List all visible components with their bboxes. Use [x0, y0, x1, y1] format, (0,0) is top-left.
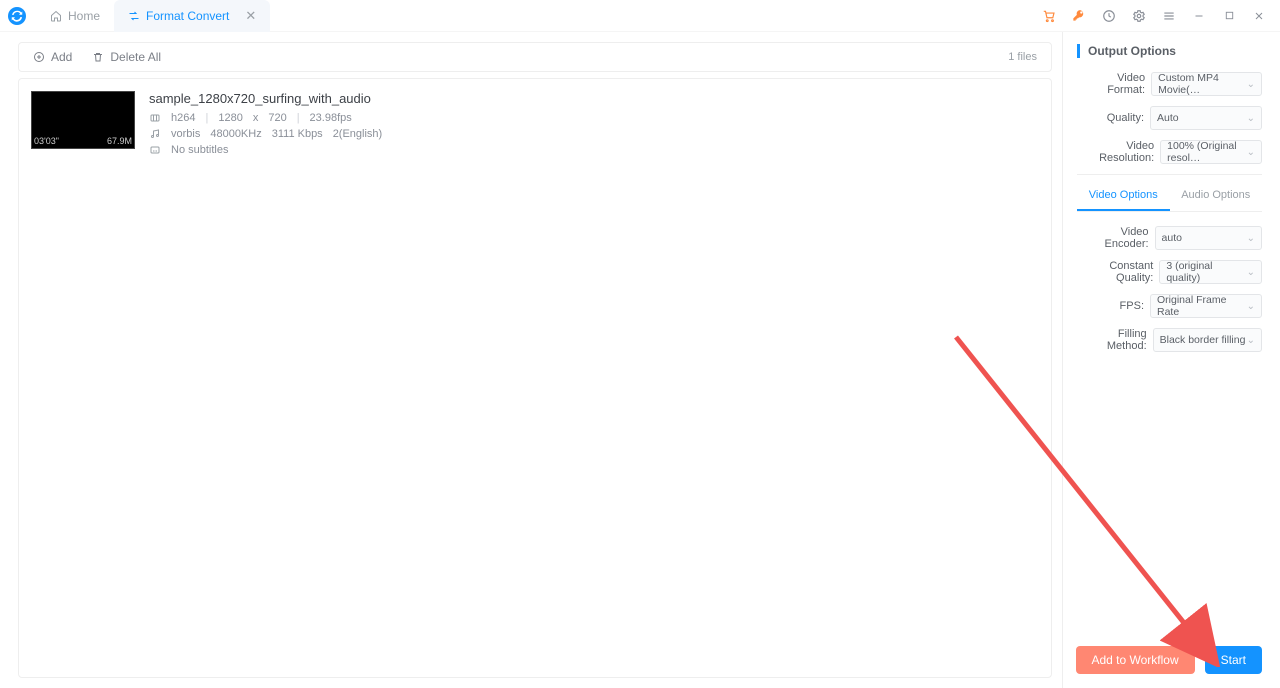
video-w: 1280	[218, 112, 242, 124]
video-thumbnail[interactable]: 03'03" 67.9M	[31, 91, 135, 149]
right-pane: Output Options Video Format: Custom MP4 …	[1062, 32, 1280, 688]
file-item[interactable]: 03'03" 67.9M sample_1280x720_surfing_wit…	[31, 91, 1039, 160]
tab-format-convert[interactable]: Format Convert ✕	[114, 0, 270, 32]
minimize-icon[interactable]	[1192, 9, 1206, 23]
quality-value: Auto	[1157, 112, 1179, 124]
bottom-bar: Add to Workflow Start	[1076, 646, 1263, 674]
audio-icon	[149, 128, 161, 140]
thumb-duration: 03'03"	[34, 136, 59, 146]
app-logo	[8, 7, 26, 25]
chevron-down-icon: ⌄	[1247, 335, 1255, 346]
settings-icon[interactable]	[1132, 9, 1146, 23]
encoder-value: auto	[1162, 232, 1182, 244]
add-button[interactable]: Add	[33, 50, 72, 64]
subtitle-icon	[149, 144, 161, 156]
video-h: 720	[268, 112, 286, 124]
window-controls	[1042, 9, 1274, 23]
delete-all-button[interactable]: Delete All	[92, 50, 161, 64]
video-format-select[interactable]: Custom MP4 Movie(… ⌄	[1151, 72, 1262, 96]
video-format-label: Video Format:	[1077, 72, 1145, 96]
chevron-down-icon: ⌄	[1247, 113, 1255, 124]
quality-label: Quality:	[1107, 112, 1144, 124]
quality-select[interactable]: Auto ⌄	[1150, 106, 1262, 130]
cq-label: Constant Quality:	[1077, 260, 1153, 284]
trash-icon	[92, 51, 104, 63]
file-meta: sample_1280x720_surfing_with_audio h264 …	[149, 91, 382, 160]
fps-value: Original Frame Rate	[1157, 294, 1247, 318]
chevron-down-icon: ⌄	[1247, 79, 1255, 90]
audio-codec: vorbis	[171, 128, 200, 140]
output-options-title: Output Options	[1077, 44, 1262, 58]
menu-icon[interactable]	[1162, 9, 1176, 23]
fps-select[interactable]: Original Frame Rate ⌄	[1150, 294, 1262, 318]
tab-audio-options[interactable]: Audio Options	[1170, 189, 1263, 211]
video-format-value: Custom MP4 Movie(…	[1158, 72, 1247, 96]
chevron-down-icon: ⌄	[1247, 233, 1255, 244]
thumb-size: 67.9M	[107, 136, 132, 146]
video-fps: 23.98fps	[310, 112, 352, 124]
close-window-icon[interactable]	[1252, 9, 1266, 23]
toolbar: Add Delete All 1 files	[18, 42, 1052, 72]
fill-select[interactable]: Black border filling ⌄	[1153, 328, 1262, 352]
encoder-select[interactable]: auto ⌄	[1155, 226, 1262, 250]
video-x: x	[253, 112, 259, 124]
option-tabs: Video Options Audio Options	[1077, 189, 1262, 211]
convert-icon	[128, 10, 140, 22]
resolution-label: Video Resolution:	[1077, 140, 1154, 164]
cart-icon[interactable]	[1042, 9, 1056, 23]
left-pane: Add Delete All 1 files 03'03" 67.9M samp…	[0, 32, 1062, 688]
tab-format-convert-label: Format Convert	[146, 9, 229, 23]
titlebar: Home Format Convert ✕	[0, 0, 1280, 32]
resolution-value: 100% (Original resol…	[1167, 140, 1246, 164]
chevron-down-icon: ⌄	[1247, 301, 1255, 312]
home-icon	[50, 10, 62, 22]
resolution-select[interactable]: 100% (Original resol… ⌄	[1160, 140, 1262, 164]
add-to-workflow-button[interactable]: Add to Workflow	[1076, 646, 1195, 674]
add-label: Add	[51, 50, 72, 64]
chevron-down-icon: ⌄	[1247, 267, 1255, 278]
chevron-down-icon: ⌄	[1247, 147, 1255, 158]
encoder-label: Video Encoder:	[1077, 226, 1149, 250]
video-codec-icon	[149, 112, 161, 124]
audio-lang: 2(English)	[333, 128, 383, 140]
tab-home[interactable]: Home	[36, 0, 114, 32]
key-icon[interactable]	[1072, 9, 1086, 23]
file-title: sample_1280x720_surfing_with_audio	[149, 91, 382, 106]
history-icon[interactable]	[1102, 9, 1116, 23]
maximize-icon[interactable]	[1222, 9, 1236, 23]
fill-value: Black border filling	[1160, 334, 1246, 346]
subtitle-text: No subtitles	[171, 144, 228, 156]
delete-all-label: Delete All	[110, 50, 161, 64]
video-codec: h264	[171, 112, 195, 124]
tab-video-options[interactable]: Video Options	[1077, 189, 1170, 211]
fill-label: Filling Method:	[1077, 328, 1147, 352]
audio-rate: 48000KHz	[210, 128, 261, 140]
cq-value: 3 (original quality)	[1166, 260, 1246, 284]
cq-select[interactable]: 3 (original quality) ⌄	[1159, 260, 1262, 284]
start-button[interactable]: Start	[1205, 646, 1262, 674]
file-count: 1 files	[1008, 51, 1037, 63]
close-tab-icon[interactable]: ✕	[245, 9, 256, 22]
plus-circle-icon	[33, 51, 45, 63]
tab-home-label: Home	[68, 9, 100, 23]
file-list: 03'03" 67.9M sample_1280x720_surfing_wit…	[18, 78, 1052, 678]
audio-bitrate: 3111 Kbps	[272, 128, 323, 140]
fps-label: FPS:	[1120, 300, 1144, 312]
